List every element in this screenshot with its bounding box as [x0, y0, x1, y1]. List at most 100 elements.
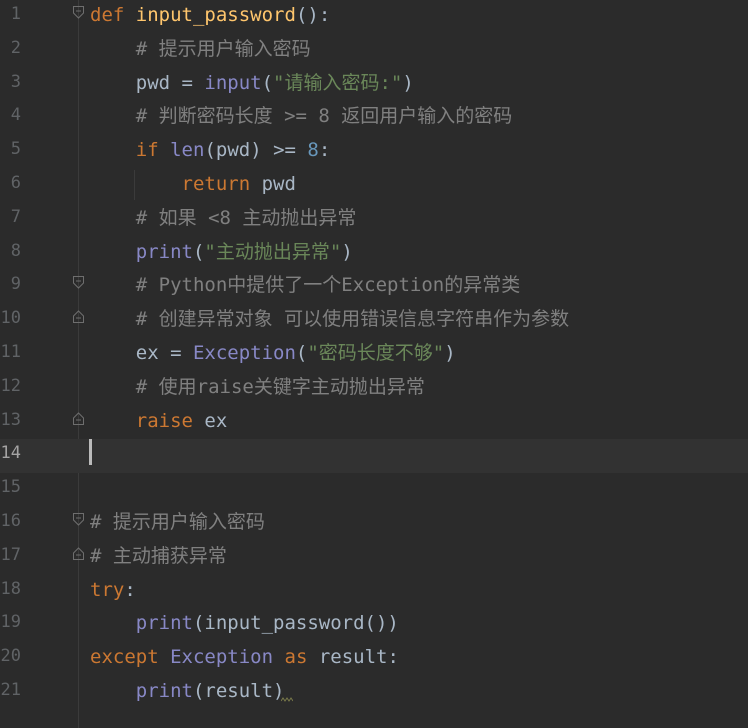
code-text: # 提示用户输入密码	[90, 507, 265, 541]
code-token: if	[135, 139, 159, 162]
code-token: len	[170, 139, 205, 162]
code-token: # 判断密码长度 >= 8 返回用户输入的密码	[90, 105, 513, 128]
fold-close-icon[interactable]	[73, 411, 84, 425]
code-line[interactable]: 17 # 主动捕获异常	[0, 541, 748, 575]
code-token: # 使用raise关键字主动抛出异常	[90, 375, 425, 398]
code-token: input_password	[135, 4, 296, 26]
code-token: 8	[307, 139, 319, 162]
code-token: pwd =	[90, 71, 205, 94]
code-token: )	[341, 240, 353, 263]
code-token: )	[402, 71, 414, 94]
code-text: print("主动抛出异常")	[90, 237, 353, 271]
code-text: def input_password():	[90, 0, 330, 34]
code-token: pwd	[250, 173, 296, 195]
line-number: 2	[10, 37, 21, 58]
code-token: # 提示用户输入密码	[90, 37, 311, 60]
code-token: (pwd) >=	[204, 139, 308, 162]
code-token: (	[192, 240, 205, 263]
fold-open-icon[interactable]	[73, 276, 84, 290]
code-line[interactable]: 2 # 提示用户输入密码	[0, 34, 748, 68]
warning-squiggle	[281, 697, 293, 702]
line-number: 13	[0, 409, 21, 430]
code-token: print	[135, 240, 193, 263]
code-token: # 如果 <8 主动抛出异常	[90, 206, 357, 229]
fold-open-icon[interactable]	[73, 513, 84, 526]
code-text: # 判断密码长度 >= 8 返回用户输入的密码	[90, 101, 513, 135]
line-number: 3	[10, 71, 21, 92]
code-line[interactable]: 12 # 使用raise关键字主动抛出异常	[0, 372, 748, 406]
code-line[interactable]: 8 print("主动抛出异常")	[0, 237, 748, 271]
code-line[interactable]: 4 # 判断密码长度 >= 8 返回用户输入的密码	[0, 101, 748, 135]
code-token: Exception	[170, 646, 274, 669]
code-token: (result)	[192, 680, 285, 702]
code-line[interactable]: 7 # 如果 <8 主动抛出异常	[0, 203, 748, 237]
code-line[interactable]: 13 raise ex	[0, 406, 748, 440]
line-number: 19	[0, 612, 21, 633]
code-text: except Exception as result:	[90, 642, 399, 676]
code-token: "请输入密码:"	[273, 71, 403, 94]
code-token: # 提示用户输入密码	[90, 511, 265, 533]
line-number: 10	[0, 308, 21, 329]
line-number: 11	[0, 342, 21, 362]
code-token: raise	[135, 409, 193, 432]
code-line[interactable]: 14	[0, 439, 748, 474]
line-number: 21	[0, 680, 21, 700]
code-line[interactable]: 11 ex = Exception("密码长度不够")	[0, 338, 748, 372]
fold-close-icon[interactable]	[73, 547, 84, 560]
code-text: print(input_password())	[90, 608, 399, 642]
code-text: # 创建异常对象 可以使用错误信息字符串作为参数	[90, 304, 569, 338]
code-line[interactable]: 6 return pwd	[0, 169, 748, 203]
line-number: 5	[10, 139, 21, 160]
code-token: # 主动捕获异常	[90, 544, 227, 567]
line-number: 8	[10, 240, 21, 261]
code-token: print	[135, 612, 193, 635]
code-text: if len(pwd) >= 8:	[90, 135, 331, 169]
code-line[interactable]: 16 # 提示用户输入密码	[0, 507, 748, 541]
code-token: ex =	[90, 342, 193, 364]
code-token: Exception	[192, 342, 296, 364]
fold-close-icon[interactable]	[73, 310, 84, 324]
code-line[interactable]: 19 print(input_password())	[0, 608, 748, 642]
code-token: ex	[192, 409, 228, 432]
code-token: (	[261, 71, 274, 94]
code-editor[interactable]: 1 def input_password(): 2 # 提示用户输入密码 3 pwd …	[0, 0, 748, 728]
code-text: # Python中提供了一个Exception的异常类	[90, 270, 520, 304]
code-line[interactable]: 5 if len(pwd) >= 8:	[0, 135, 748, 169]
line-number: 14	[0, 443, 21, 464]
line-number: 12	[0, 375, 21, 396]
line-number: 6	[10, 173, 21, 193]
fold-open-icon[interactable]	[73, 6, 84, 19]
code-text: # 提示用户输入密码	[90, 34, 311, 68]
line-number: 4	[10, 105, 21, 126]
line-number: 16	[0, 511, 21, 531]
code-token: :	[124, 578, 136, 601]
code-line[interactable]: 21 print(result)	[0, 676, 748, 710]
code-line[interactable]: 20 except Exception as result:	[0, 642, 748, 676]
code-token: def	[90, 4, 125, 26]
code-token: "主动抛出异常"	[204, 240, 342, 263]
code-line[interactable]: 10 # 创建异常对象 可以使用错误信息字符串作为参数	[0, 304, 748, 338]
code-line[interactable]: 15	[0, 473, 748, 507]
code-token: (	[295, 342, 308, 364]
code-token: :	[318, 139, 331, 162]
code-text: # 主动捕获异常	[90, 541, 227, 575]
code-line[interactable]: 18 try:	[0, 575, 748, 609]
code-token: ():	[295, 4, 331, 26]
code-token: print	[135, 680, 193, 702]
line-number: 20	[0, 646, 21, 667]
code-line[interactable]: 9 # Python中提供了一个Exception的异常类	[0, 270, 748, 304]
code-token: try	[90, 578, 125, 601]
line-number: 7	[10, 206, 21, 227]
code-line[interactable]: 3 pwd = input("请输入密码:")	[0, 68, 748, 102]
line-number: 9	[10, 274, 21, 295]
text-caret	[89, 439, 92, 465]
code-line[interactable]: 1 def input_password():	[0, 0, 748, 34]
